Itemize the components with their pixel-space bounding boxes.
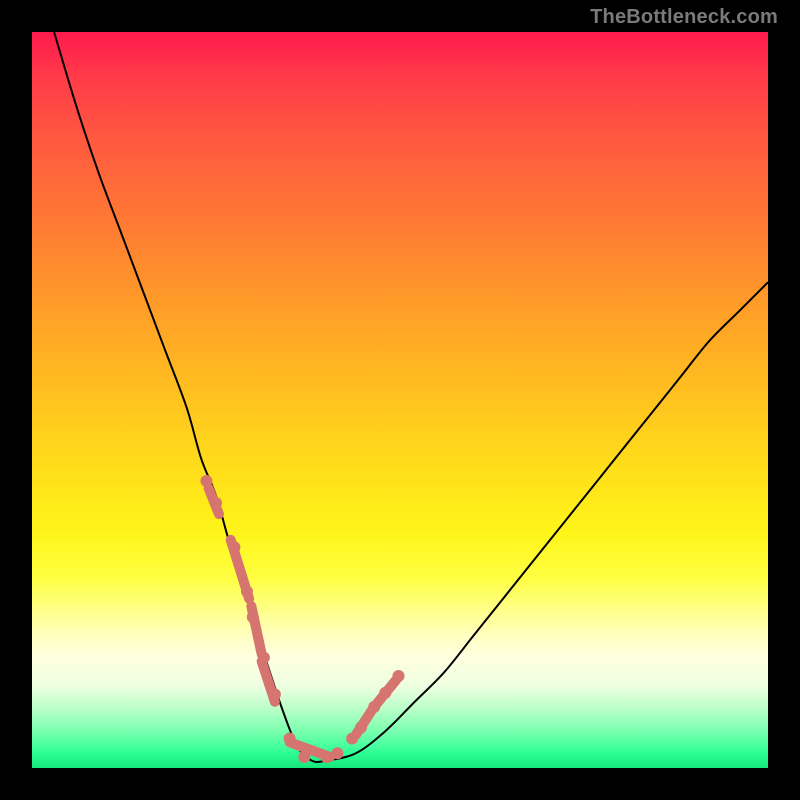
attribution-label: TheBottleneck.com <box>590 6 778 29</box>
marker-dot <box>368 701 380 713</box>
marker-dot <box>393 670 405 682</box>
marker-dot <box>355 722 367 734</box>
marker-dot <box>247 611 259 623</box>
marker-dot <box>298 751 310 763</box>
marker-segment <box>251 606 261 654</box>
marker-dot <box>379 687 391 699</box>
bottleneck-curve <box>54 32 768 762</box>
marker-dot <box>200 475 212 487</box>
marker-dot <box>258 652 270 664</box>
marker-dot <box>284 733 296 745</box>
marker-segments <box>209 488 397 757</box>
marker-dot <box>331 747 343 759</box>
bottleneck-curve-svg <box>32 32 768 768</box>
marker-dot <box>228 541 240 553</box>
marker-dot <box>210 497 222 509</box>
marker-dot <box>241 585 253 597</box>
marker-segment <box>377 680 396 704</box>
marker-dots <box>200 475 404 763</box>
marker-segment <box>356 705 375 734</box>
chart-frame: TheBottleneck.com <box>0 0 800 800</box>
marker-segment <box>231 540 249 599</box>
marker-segment <box>209 488 219 514</box>
marker-dot <box>269 688 281 700</box>
marker-dot <box>320 751 332 763</box>
marker-segment <box>290 742 330 757</box>
plot-area <box>32 32 768 768</box>
marker-dot <box>346 733 358 745</box>
marker-segment <box>262 661 275 701</box>
